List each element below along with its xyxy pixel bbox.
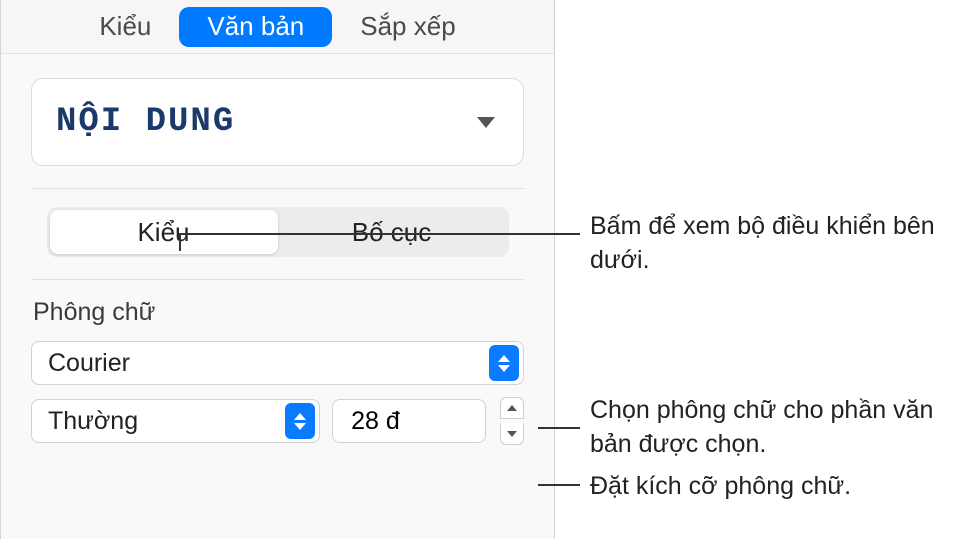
- font-family-value: Courier: [48, 349, 130, 378]
- callout-leader: [179, 233, 181, 251]
- paragraph-style-label: NỘI DUNG: [56, 103, 235, 141]
- paragraph-style-dropdown[interactable]: NỘI DUNG: [31, 78, 524, 166]
- font-size-field[interactable]: 28 đ: [332, 399, 486, 443]
- chevron-up-icon: [507, 405, 517, 411]
- divider: [31, 188, 524, 189]
- tab-text[interactable]: Văn bản: [179, 7, 332, 47]
- updown-icon: [285, 403, 315, 439]
- inspector-panel: Kiểu Văn bản Sắp xếp NỘI DUNG Kiểu Bố cụ…: [0, 0, 555, 539]
- font-size-value: 28 đ: [351, 407, 400, 436]
- callout-leader: [538, 427, 580, 429]
- font-section-title: Phông chữ: [33, 298, 524, 327]
- font-weight-value: Thường: [48, 407, 138, 436]
- subtab-layout[interactable]: Bố cục: [278, 210, 506, 254]
- font-size-stepper: [500, 397, 524, 445]
- subtab-segmented: Kiểu Bố cục: [47, 207, 509, 257]
- inspector-content: NỘI DUNG Kiểu Bố cục Phông chữ Courier T…: [1, 54, 554, 445]
- callout-c: Đặt kích cỡ phông chữ.: [590, 470, 950, 504]
- updown-icon: [489, 345, 519, 381]
- main-tabbar: Kiểu Văn bản Sắp xếp: [1, 0, 554, 54]
- font-weight-select[interactable]: Thường: [31, 399, 320, 443]
- subtab-style[interactable]: Kiểu: [50, 210, 278, 254]
- callout-leader: [179, 233, 580, 235]
- stepper-up-button[interactable]: [500, 397, 524, 419]
- chevron-down-icon: [507, 431, 517, 437]
- stepper-down-button[interactable]: [500, 423, 524, 445]
- callout-b: Chọn phông chữ cho phần văn bản được chọ…: [590, 394, 950, 462]
- font-family-select[interactable]: Courier: [31, 341, 524, 385]
- tab-arrange[interactable]: Sắp xếp: [332, 7, 483, 47]
- chevron-down-icon: [477, 117, 495, 128]
- callout-a: Bấm để xem bộ điều khiển bên dưới.: [590, 210, 950, 278]
- divider: [31, 279, 524, 280]
- callout-leader: [538, 484, 580, 486]
- tab-style[interactable]: Kiểu: [71, 7, 179, 47]
